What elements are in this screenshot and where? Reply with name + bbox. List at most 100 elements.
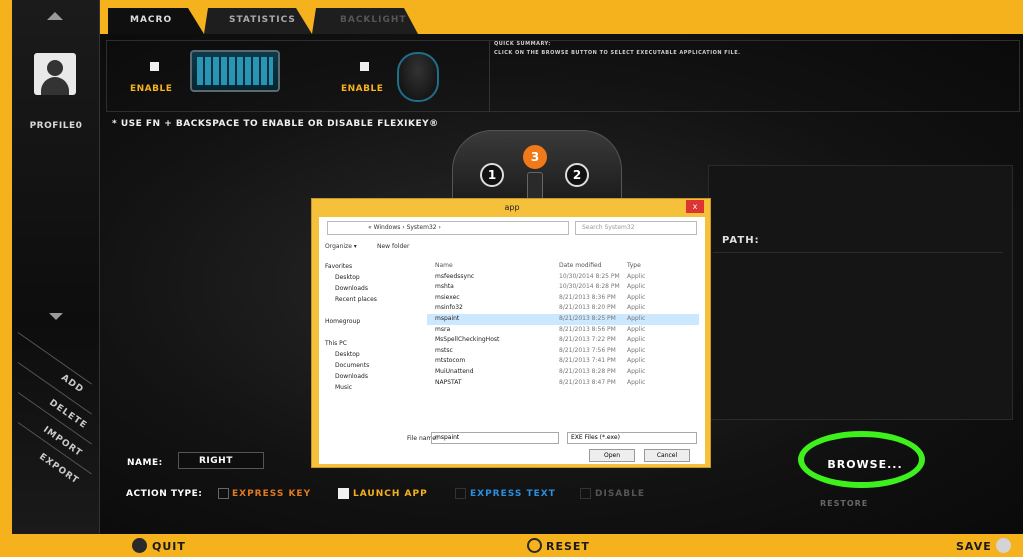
file-date: 8/21/2013 7:22 PM — [559, 336, 616, 344]
file-row[interactable]: mshta 10/30/2014 8:28 PM Applic — [427, 282, 699, 293]
sidebar: PROFILE0 ADD DELETE IMPORT EXPORT — [12, 0, 100, 534]
file-date: 8/21/2013 7:56 PM — [559, 346, 616, 354]
keyboard-enable-label: ENABLE — [130, 84, 173, 94]
disable-option[interactable]: DISABLE — [595, 489, 645, 499]
nav-item[interactable]: This PC — [325, 338, 417, 349]
reset-icon[interactable] — [527, 538, 542, 553]
disable-radio[interactable] — [580, 488, 591, 499]
action-type-label: ACTION TYPE: — [126, 489, 203, 499]
express-text-radio[interactable] — [455, 488, 466, 499]
organize-button[interactable]: Organize ▾ — [325, 239, 357, 255]
quit-icon[interactable] — [132, 538, 147, 553]
file-row[interactable]: mspaint 8/21/2013 8:25 PM Applic — [427, 313, 699, 325]
file-date: 8/21/2013 8:28 PM — [559, 367, 616, 375]
mouse-enable-checkbox[interactable] — [360, 62, 369, 71]
keyboard-enable-checkbox[interactable] — [150, 62, 159, 71]
quick-summary-text: CLICK ON THE BROWSE BUTTON TO SELECT EXE… — [494, 50, 741, 56]
express-key-option[interactable]: EXPRESS KEY — [232, 489, 311, 499]
divider — [489, 40, 490, 112]
profile-label: PROFILE0 — [29, 121, 83, 131]
search-input[interactable]: Search System32 — [575, 221, 697, 235]
launch-app-option[interactable]: LAUNCH APP — [353, 489, 428, 499]
path-label: PATH: — [722, 235, 760, 246]
file-date: 10/30/2014 8:25 PM — [559, 272, 620, 280]
quick-summary-title: QUICK SUMMARY: — [494, 41, 551, 47]
mouse-button-2[interactable]: 2 — [565, 163, 589, 187]
file-name: MuiUnattend — [435, 367, 474, 375]
open-button[interactable]: Open — [589, 449, 635, 462]
nav-item[interactable]: Music — [325, 382, 417, 393]
cancel-button[interactable]: Cancel — [644, 449, 690, 462]
file-name: NAPSTAT — [435, 378, 462, 386]
address-bar[interactable]: « Windows › System32 › — [327, 221, 569, 235]
file-name: mspaint — [435, 314, 460, 322]
column-date[interactable]: Date modified — [559, 261, 602, 272]
file-type: Applic — [627, 272, 646, 280]
path-panel — [708, 165, 1013, 420]
file-name: mtstocom — [435, 357, 466, 365]
file-row[interactable]: msinfo32 8/21/2013 8:20 PM Applic — [427, 303, 699, 314]
file-date: 8/21/2013 8:20 PM — [559, 304, 616, 312]
tab-statistics[interactable]: STATISTICS — [207, 6, 317, 34]
mouse-button-3[interactable]: 3 — [523, 145, 547, 169]
express-key-radio[interactable] — [218, 488, 229, 499]
nav-item[interactable]: Recent places — [325, 294, 417, 305]
reset-button[interactable]: RESET — [546, 540, 590, 553]
file-row[interactable]: msfeedssync 10/30/2014 8:25 PM Applic — [427, 272, 699, 283]
file-type: Applic — [627, 314, 646, 322]
dialog-title: app — [504, 203, 520, 212]
file-name: mstsc — [435, 346, 453, 354]
file-row[interactable]: msiexec 8/21/2013 8:36 PM Applic — [427, 293, 699, 304]
quit-button[interactable]: QUIT — [152, 540, 186, 553]
file-row[interactable]: MuiUnattend 8/21/2013 8:28 PM Applic — [427, 367, 699, 378]
file-type-select[interactable]: EXE Files (*.exe) — [567, 432, 697, 444]
save-button[interactable]: SAVE — [956, 540, 992, 553]
file-type: Applic — [627, 357, 646, 365]
nav-item[interactable]: Documents — [325, 360, 417, 371]
file-type: Applic — [627, 325, 646, 333]
file-row[interactable]: MsSpellCheckingHost 8/21/2013 7:22 PM Appl… — [427, 335, 699, 346]
nav-item[interactable]: Downloads — [325, 371, 417, 382]
scroll-up-icon[interactable] — [47, 12, 63, 20]
export-button[interactable]: EXPORT — [37, 452, 80, 487]
nav-item[interactable]: Desktop — [325, 272, 417, 283]
file-type: Applic — [627, 346, 646, 354]
file-date: 8/21/2013 8:56 PM — [559, 325, 616, 333]
nav-item[interactable]: Homegroup — [325, 316, 417, 327]
restore-button[interactable]: RESTORE — [820, 499, 868, 508]
tab-macro[interactable]: MACRO — [108, 6, 218, 34]
flexikey-note: * USE FN + BACKSPACE TO ENABLE OR DISABL… — [112, 119, 439, 129]
nav-item[interactable]: Favorites — [325, 261, 417, 272]
nav-item[interactable]: Desktop — [325, 349, 417, 360]
launch-app-radio[interactable] — [338, 488, 349, 499]
express-text-option[interactable]: EXPRESS TEXT — [470, 489, 556, 499]
mouse-button-1[interactable]: 1 — [480, 163, 504, 187]
file-row[interactable]: mstsc 8/21/2013 7:56 PM Applic — [427, 346, 699, 357]
dialog-toolbar: Organize ▾ New folder — [319, 239, 705, 255]
file-date: 8/21/2013 8:25 PM — [559, 314, 616, 322]
file-row[interactable]: NAPSTAT 8/21/2013 8:47 PM Applic — [427, 378, 699, 389]
scroll-down-icon[interactable] — [49, 313, 63, 320]
new-folder-button[interactable]: New folder — [377, 239, 409, 255]
save-icon[interactable] — [996, 538, 1011, 553]
quick-summary: QUICK SUMMARY: CLICK ON THE BROWSE BUTTO… — [494, 40, 741, 58]
mouse-enable-label: ENABLE — [341, 84, 384, 94]
dialog-close-button[interactable]: x — [686, 200, 704, 213]
file-date: 8/21/2013 8:36 PM — [559, 293, 616, 301]
name-field[interactable]: RIGHT — [178, 452, 264, 469]
highlight-ring — [798, 431, 925, 488]
dialog-body: « Windows › System32 › Search System32 O… — [319, 217, 705, 464]
file-name: msra — [435, 325, 451, 333]
profile-avatar-icon[interactable] — [34, 53, 76, 95]
file-row[interactable]: mtstocom 8/21/2013 7:41 PM Applic — [427, 356, 699, 367]
file-name-input[interactable]: mspaint — [431, 432, 559, 444]
file-row[interactable]: msra 8/21/2013 8:56 PM Applic — [427, 325, 699, 336]
nav-item[interactable]: Downloads — [325, 283, 417, 294]
column-name[interactable]: Name — [435, 261, 453, 272]
file-list-header: Name Date modified Type — [427, 261, 699, 272]
tab-backlight[interactable]: BACKLIGHT — [318, 6, 428, 34]
scroll-wheel-icon — [527, 172, 543, 200]
file-name: msinfo32 — [435, 304, 463, 312]
column-type[interactable]: Type — [627, 261, 641, 272]
